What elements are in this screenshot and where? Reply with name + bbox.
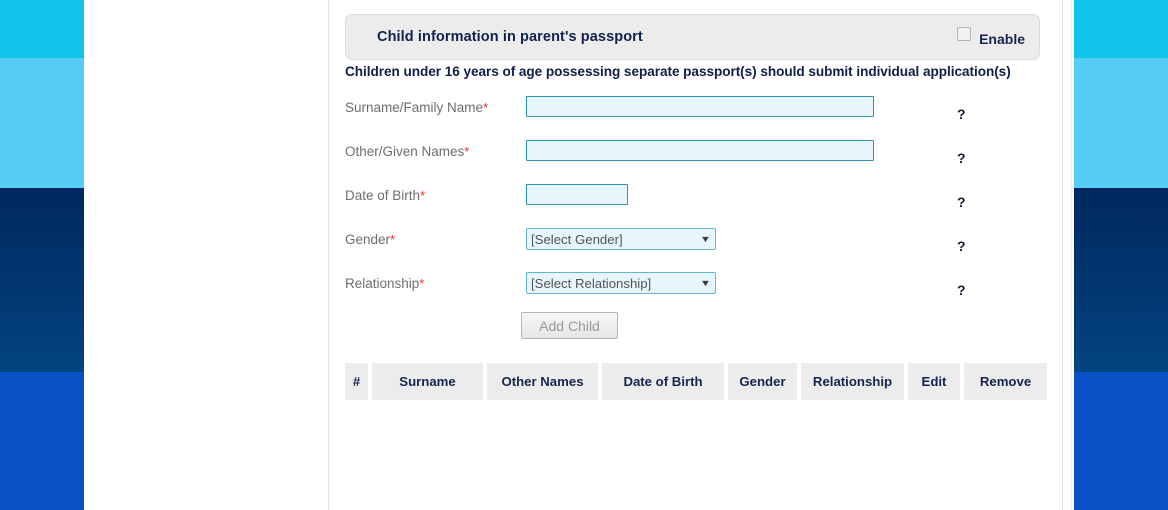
add-child-button[interactable]: Add Child — [521, 312, 618, 339]
table-column-relationship: Relationship — [801, 363, 904, 400]
label-date-of-birth-text: Date of Birth — [345, 188, 421, 203]
help-icon-surname[interactable]: ? — [957, 106, 966, 122]
relationship-select-value: [Select Relationship] — [531, 275, 652, 291]
page-root: Child information in parent's passport E… — [0, 0, 1168, 510]
enable-toggle-group[interactable]: Enable — [957, 15, 1033, 59]
date-of-birth-input[interactable] — [526, 184, 628, 205]
label-relationship-text: Relationship — [345, 276, 420, 291]
color-bar-navy — [0, 188, 84, 372]
gender-select[interactable]: [Select Gender] ▼ — [526, 228, 716, 250]
color-bar-cyan — [0, 0, 84, 58]
form-row-date-of-birth: Date of Birth* — [345, 184, 1045, 212]
table-column-gender: Gender — [728, 363, 797, 400]
color-bar-navy — [1074, 188, 1168, 372]
color-bar-blue — [0, 372, 84, 510]
table-column-index: # — [345, 363, 368, 400]
decorative-right-color-bars — [1074, 0, 1168, 510]
children-table-header: # Surname Other Names Date of Birth Gend… — [345, 363, 1047, 400]
label-other-names-text: Other/Given Names — [345, 144, 465, 159]
chevron-down-icon: ▼ — [699, 277, 712, 288]
table-column-remove: Remove — [964, 363, 1047, 400]
required-marker: * — [464, 144, 470, 159]
form-row-relationship: Relationship* [Select Relationship] ▼ — [345, 272, 1045, 300]
table-column-edit: Edit — [908, 363, 960, 400]
label-relationship: Relationship* — [345, 276, 424, 291]
help-icon-relationship[interactable]: ? — [957, 282, 966, 298]
table-column-date-of-birth: Date of Birth — [602, 363, 724, 400]
label-surname-text: Surname/Family Name — [345, 100, 484, 115]
table-column-surname: Surname — [372, 363, 483, 400]
required-marker: * — [390, 232, 396, 247]
section-header-bar: Child information in parent's passport E… — [345, 14, 1040, 60]
label-surname: Surname/Family Name* — [345, 100, 488, 115]
table-column-other-names: Other Names — [487, 363, 598, 400]
enable-label: Enable — [979, 31, 1025, 47]
section-title: Child information in parent's passport — [377, 29, 643, 45]
gender-select-value: [Select Gender] — [531, 231, 623, 247]
label-gender: Gender* — [345, 232, 395, 247]
other-names-input[interactable] — [526, 140, 874, 161]
color-bar-sky — [0, 58, 84, 188]
color-bar-sky — [1074, 58, 1168, 188]
decorative-left-color-bars — [0, 0, 84, 510]
form-content-panel: Child information in parent's passport E… — [329, 0, 1062, 510]
label-gender-text: Gender — [345, 232, 391, 247]
relationship-select[interactable]: [Select Relationship] ▼ — [526, 272, 716, 294]
outer-frame-divider — [1071, 0, 1072, 510]
required-marker: * — [420, 188, 426, 203]
label-date-of-birth: Date of Birth* — [345, 188, 425, 203]
required-marker: * — [419, 276, 425, 291]
label-other-names: Other/Given Names* — [345, 144, 469, 159]
help-icon-other-names[interactable]: ? — [957, 150, 966, 166]
enable-checkbox[interactable] — [957, 27, 972, 41]
color-bar-cyan — [1074, 0, 1168, 58]
form-row-other-names: Other/Given Names* — [345, 140, 1045, 168]
notice-text: Children under 16 years of age possessin… — [345, 64, 1011, 79]
content-right-divider — [1062, 0, 1063, 510]
form-row-gender: Gender* [Select Gender] ▼ — [345, 228, 1045, 256]
surname-input[interactable] — [526, 96, 874, 117]
color-bar-blue — [1074, 372, 1168, 510]
chevron-down-icon: ▼ — [699, 233, 712, 244]
help-icon-gender[interactable]: ? — [957, 238, 966, 254]
form-row-surname: Surname/Family Name* — [345, 96, 1045, 124]
required-marker: * — [483, 100, 489, 115]
children-table-body — [345, 400, 1040, 500]
help-icon-date-of-birth[interactable]: ? — [957, 194, 966, 210]
